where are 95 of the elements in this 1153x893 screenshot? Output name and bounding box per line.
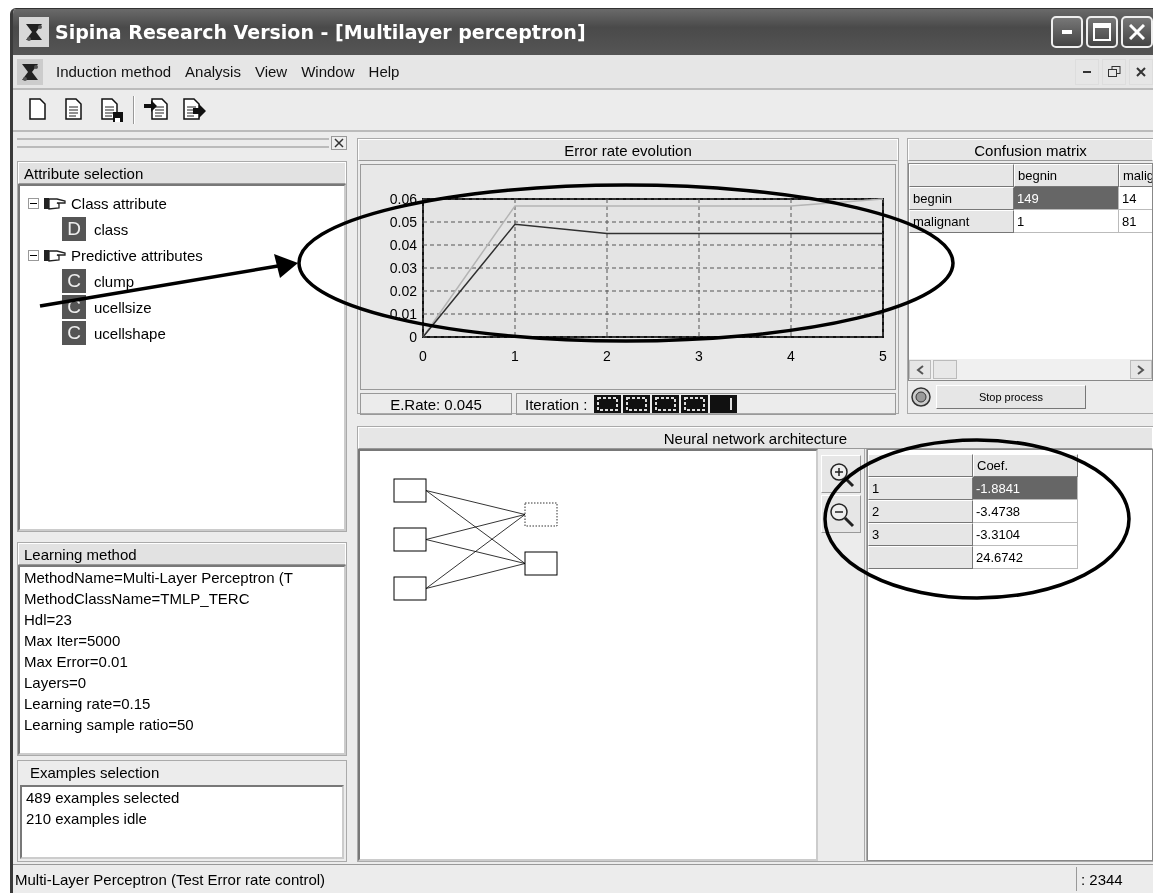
- node-box: [393, 527, 427, 552]
- parameter-line: Max Error=0.01: [23, 652, 129, 672]
- app-icon: [19, 17, 49, 47]
- row-header: malignant: [909, 210, 1014, 233]
- menu-item[interactable]: Analysis: [178, 61, 248, 82]
- status-message: Multi-Layer Perceptron (Test Error rate control): [14, 870, 327, 888]
- x-tick-label: 5: [879, 348, 887, 364]
- parameter-line: MethodName=Multi-Layer Perceptron (T: [23, 568, 294, 588]
- minimize-button[interactable]: [1051, 16, 1083, 48]
- row-header: 1: [868, 477, 973, 500]
- group-title: Examples selection: [29, 762, 161, 783]
- close-button[interactable]: [1121, 16, 1153, 48]
- dotted-node-box: [524, 502, 558, 527]
- panel-header: Neural network architecture: [358, 427, 1153, 449]
- tree-item[interactable]: ucellshape: [94, 324, 166, 342]
- window-title: Sipina Research Version - [Multilayer perceptron]: [55, 21, 587, 43]
- menu-item[interactable]: View: [247, 61, 295, 82]
- minimize-icon: [1062, 30, 1072, 34]
- parameter-line: Layers=0: [23, 673, 88, 693]
- x-tick-label: 0: [419, 348, 427, 364]
- y-tick-label: 0.05: [389, 214, 417, 230]
- row-header: begnin: [909, 187, 1014, 210]
- scroll-thumb[interactable]: [933, 360, 957, 379]
- maximize-button[interactable]: [1086, 16, 1118, 48]
- node-box: [524, 551, 558, 576]
- y-tick-label: 0.02: [389, 283, 417, 299]
- table-cell[interactable]: 149: [1014, 187, 1119, 210]
- panel-header: Confusion matrix: [908, 139, 1153, 161]
- y-tick-label: 0.04: [389, 237, 417, 253]
- row-header: 3: [868, 523, 973, 546]
- dock-close-button[interactable]: [331, 136, 347, 150]
- stop-process-button[interactable]: Stop process: [936, 385, 1086, 409]
- menu-item[interactable]: Help: [361, 61, 407, 82]
- minimize-icon: [1083, 70, 1091, 73]
- table-cell[interactable]: 1: [1014, 210, 1119, 233]
- collapse-toggle[interactable]: [28, 249, 39, 261]
- x-tick-label: 3: [695, 348, 703, 364]
- table-cell[interactable]: 24.6742: [973, 546, 1078, 569]
- y-tick-label: 0.03: [389, 260, 417, 276]
- tree-item[interactable]: clump: [94, 272, 134, 290]
- table-cell[interactable]: -3.4738: [973, 500, 1078, 523]
- zoom-out-button[interactable]: [821, 495, 861, 533]
- parameter-line: MethodClassName=TMLP_TERC: [23, 589, 251, 609]
- table-cell[interactable]: -3.3104: [973, 523, 1078, 546]
- panel-header: Error rate evolution: [358, 139, 898, 161]
- column-header: Coef.: [973, 454, 1078, 477]
- table-cell[interactable]: -1.8841: [973, 477, 1078, 500]
- x-tick-label: 2: [603, 348, 611, 364]
- zoom-in-icon: [827, 460, 855, 488]
- tree-item[interactable]: ucellsize: [94, 298, 152, 316]
- status-count: : 2344: [1076, 867, 1153, 891]
- minus-icon: [30, 254, 37, 256]
- scroll-left-button[interactable]: [909, 360, 931, 379]
- type-badge: C: [62, 269, 86, 293]
- circle-icon: [910, 386, 932, 408]
- error-rate-readout: E.Rate: 0.045: [360, 393, 512, 415]
- menu-item[interactable]: Window: [294, 61, 362, 82]
- tree-item[interactable]: class: [94, 220, 129, 238]
- minus-icon: [30, 202, 37, 204]
- mdi-minimize-button[interactable]: [1075, 58, 1099, 85]
- mdi-restore-button[interactable]: [1102, 58, 1126, 85]
- column-header: begnin: [1014, 164, 1119, 187]
- tree-item[interactable]: Class attribute: [71, 194, 167, 212]
- row-header: 2: [868, 500, 973, 523]
- close-icon: [1129, 24, 1145, 40]
- menu-item[interactable]: Induction method: [49, 61, 179, 82]
- iteration-label: Iteration :: [525, 395, 588, 413]
- info-line: 489 examples selected: [25, 788, 181, 808]
- x-tick-label: 1: [511, 348, 519, 364]
- maximize-icon: [1093, 23, 1111, 41]
- zoom-in-button[interactable]: [821, 455, 861, 493]
- section-header: Attribute selection: [18, 162, 346, 184]
- x-tick-label: 4: [787, 348, 795, 364]
- node-box: [393, 576, 427, 601]
- section-header: Learning method: [18, 543, 346, 565]
- parameter-line: Learning rate=0.15: [23, 694, 152, 714]
- node-box: [393, 478, 427, 503]
- y-tick-label: 0: [409, 329, 417, 345]
- parameter-line: Max Iter=5000: [23, 631, 122, 651]
- type-badge: C: [62, 321, 86, 345]
- close-icon: [1136, 66, 1146, 77]
- parameter-line: Learning sample ratio=50: [23, 715, 195, 735]
- type-badge: D: [62, 217, 86, 241]
- zoom-out-icon: [827, 500, 855, 528]
- restore-icon: [1107, 66, 1121, 77]
- tree-item[interactable]: Predictive attributes: [71, 246, 203, 264]
- parameter-line: Hdl=23: [23, 610, 73, 630]
- app-menu-icon[interactable]: [17, 58, 43, 85]
- horizontal-scrollbar[interactable]: [909, 359, 1152, 380]
- dock-grip[interactable]: [17, 138, 329, 148]
- info-line: 210 examples idle: [25, 809, 148, 829]
- close-icon: [334, 138, 344, 148]
- scroll-right-button[interactable]: [1130, 360, 1152, 379]
- collapse-toggle[interactable]: [28, 197, 39, 209]
- mdi-close-button[interactable]: [1129, 58, 1153, 85]
